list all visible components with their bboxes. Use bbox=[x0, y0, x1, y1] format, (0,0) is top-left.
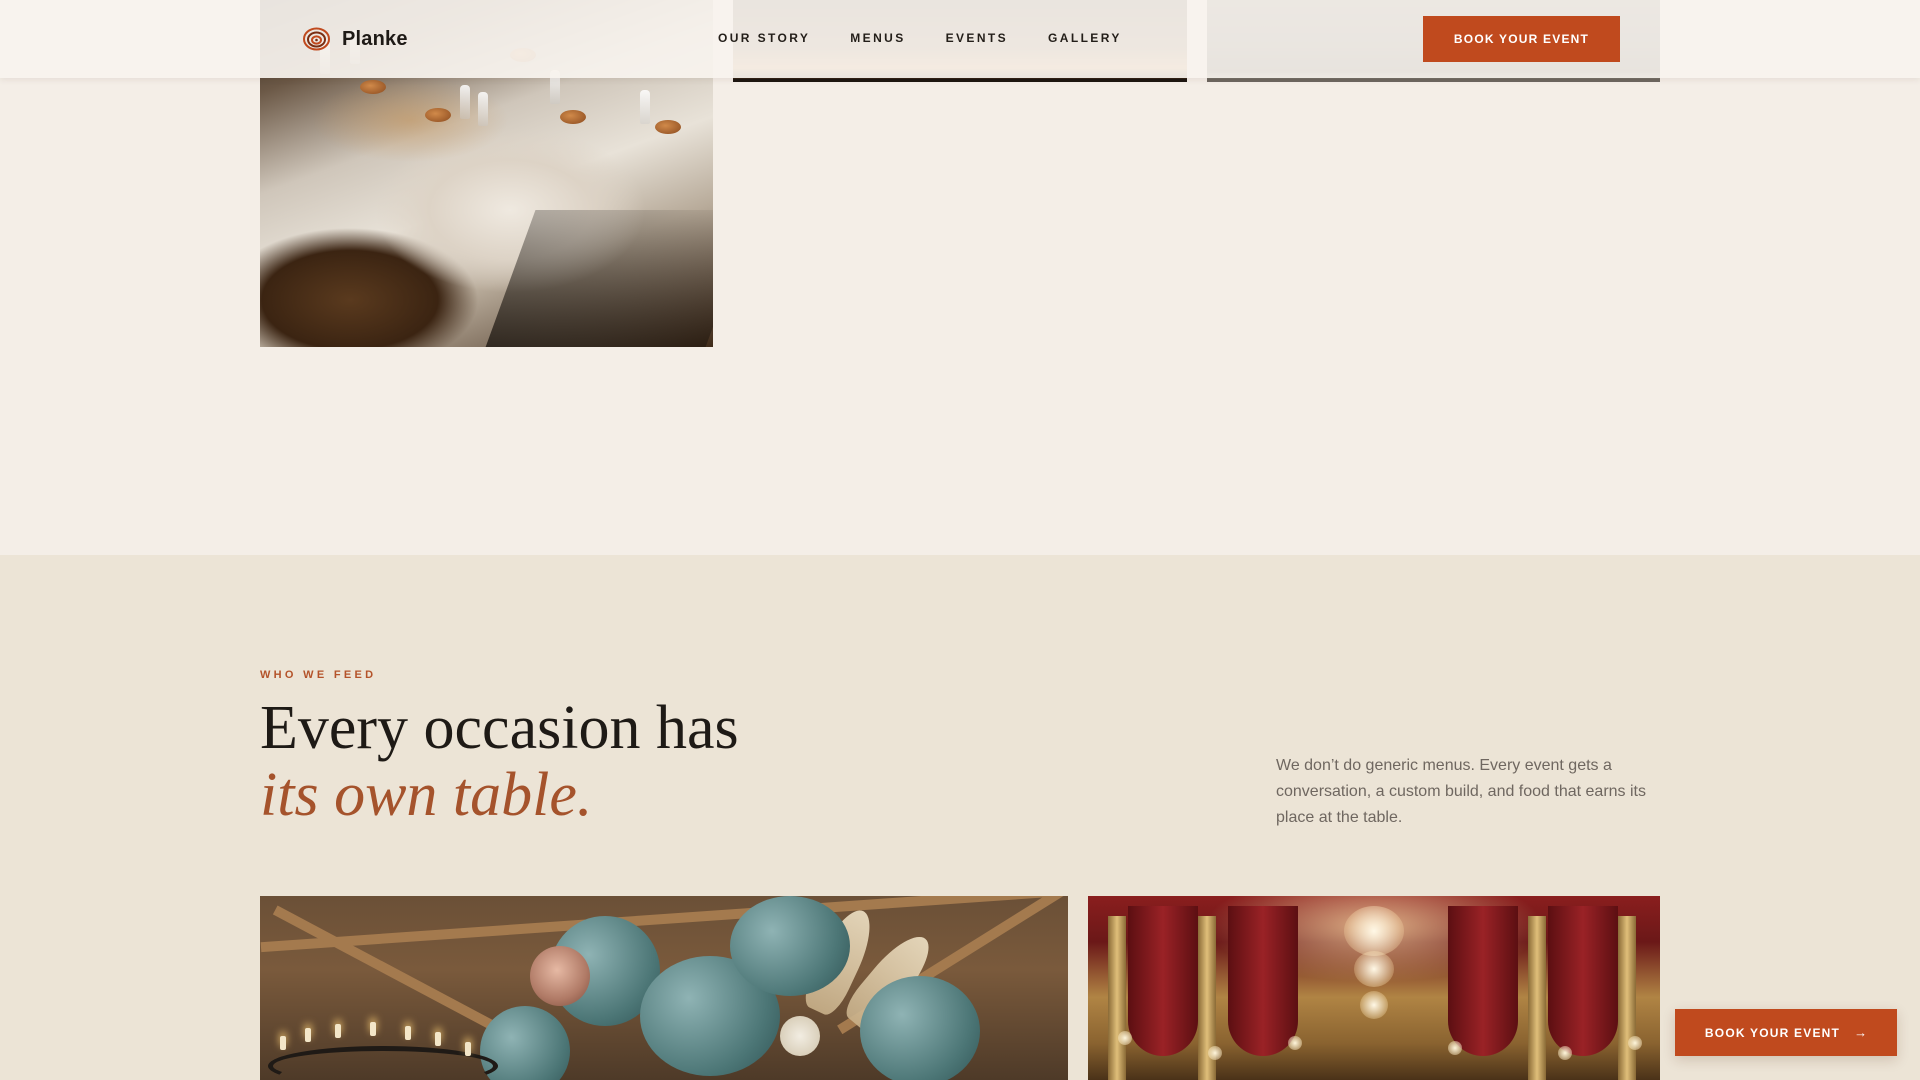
lamp-detail bbox=[1288, 1036, 1302, 1050]
headline-line-1: Every occasion has bbox=[260, 694, 739, 762]
main-nav: OUR STORY MENUS EVENTS GALLERY bbox=[718, 31, 1122, 45]
bread-detail bbox=[560, 110, 586, 124]
section-intro: We don’t do generic menus. Every event g… bbox=[1276, 757, 1646, 826]
floating-book-event-button[interactable]: BOOK YOUR EVENT → bbox=[1675, 1009, 1897, 1056]
lamp-detail bbox=[1558, 1046, 1572, 1060]
barn-beam bbox=[272, 905, 508, 1037]
foliage-detail bbox=[730, 896, 850, 996]
chandelier-ring bbox=[268, 1046, 498, 1080]
lamp-detail bbox=[1448, 1041, 1462, 1055]
lamp-detail bbox=[1118, 1031, 1132, 1045]
chandelier-detail bbox=[1344, 896, 1404, 1046]
spiral-logo-icon bbox=[303, 27, 330, 51]
candle-detail bbox=[280, 1036, 286, 1050]
site-header: Planke OUR STORY MENUS EVENTS GALLERY BO… bbox=[0, 0, 1920, 78]
section-headline: Every occasion has its own table. bbox=[260, 695, 739, 829]
rose-detail bbox=[530, 946, 590, 1006]
pillar-detail bbox=[1618, 916, 1636, 1080]
section-eyebrow: WHO WE FEED bbox=[260, 669, 377, 681]
headline-line-2: its own table. bbox=[260, 761, 593, 829]
candle-detail bbox=[305, 1028, 311, 1042]
glass-detail bbox=[460, 85, 470, 119]
candle-detail bbox=[435, 1032, 441, 1046]
nav-our-story[interactable]: OUR STORY bbox=[718, 31, 810, 45]
pillar-detail bbox=[1528, 916, 1546, 1080]
lamp-detail bbox=[1208, 1046, 1222, 1060]
lamp-detail bbox=[1628, 1036, 1642, 1050]
barn-wedding-photo bbox=[260, 896, 1068, 1080]
photo-shadow bbox=[484, 210, 713, 347]
glass-detail bbox=[478, 92, 488, 126]
bread-detail bbox=[655, 120, 681, 134]
bread-detail bbox=[360, 80, 386, 94]
brand-name: Planke bbox=[342, 27, 408, 50]
candle-detail bbox=[370, 1022, 376, 1036]
nav-gallery[interactable]: GALLERY bbox=[1048, 31, 1122, 45]
arrow-right-icon: → bbox=[1854, 1025, 1868, 1040]
drape-detail bbox=[1128, 906, 1198, 1056]
nav-menus[interactable]: MENUS bbox=[850, 31, 905, 45]
drape-detail bbox=[1228, 906, 1298, 1056]
floating-cta-label: BOOK YOUR EVENT bbox=[1704, 1025, 1841, 1040]
foliage-detail bbox=[860, 976, 980, 1080]
who-we-feed-section: WHO WE FEED Every occasion has its own t… bbox=[0, 555, 1920, 1080]
book-event-button[interactable]: BOOK YOUR EVENT bbox=[1423, 16, 1620, 62]
brand-logo[interactable]: Planke bbox=[303, 27, 408, 51]
gallery-section bbox=[0, 0, 1920, 555]
candle-detail bbox=[335, 1024, 341, 1038]
candle-detail bbox=[405, 1026, 411, 1040]
candle-detail bbox=[465, 1042, 471, 1056]
bread-detail bbox=[425, 108, 451, 122]
flower-detail bbox=[780, 1016, 820, 1056]
barn-beam bbox=[260, 896, 1068, 953]
nav-events[interactable]: EVENTS bbox=[946, 31, 1008, 45]
drape-detail bbox=[1548, 906, 1618, 1056]
ballroom-photo bbox=[1088, 896, 1660, 1080]
glass-detail bbox=[640, 90, 650, 124]
drape-detail bbox=[1448, 906, 1518, 1056]
pillar-detail bbox=[1108, 916, 1126, 1080]
